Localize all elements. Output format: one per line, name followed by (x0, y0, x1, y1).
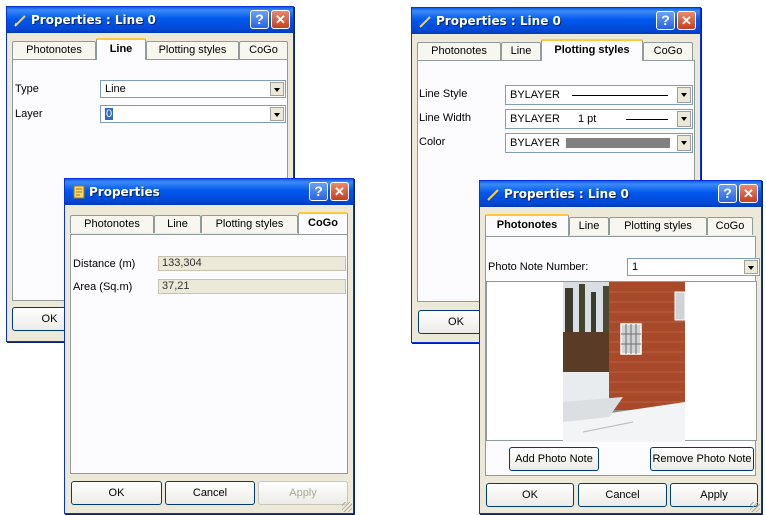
tab-plotting-styles[interactable]: Plotting styles (541, 39, 643, 61)
chevron-down-icon[interactable] (270, 82, 284, 96)
chevron-down-icon[interactable] (677, 87, 691, 103)
color-select[interactable]: BYLAYER (505, 133, 693, 153)
line-width-preview (626, 119, 668, 120)
photonotes-panel: Photo Note Number: 1 Add Photo Note Remo… (485, 236, 760, 476)
line-width-pt: 1 pt (578, 113, 597, 125)
chevron-down-icon[interactable] (270, 107, 284, 121)
tab-plotting-styles[interactable]: Plotting styles (201, 215, 298, 233)
close-button[interactable]: ✕ (739, 184, 758, 203)
tab-line[interactable]: Line (96, 38, 146, 60)
cancel-button[interactable]: Cancel (165, 481, 255, 505)
title-bar[interactable]: Properties : Line 0 ? ✕ (480, 181, 761, 207)
properties-dialog-cogo: Properties ? ✕ Photonotes Line Plotting … (64, 178, 354, 514)
photo-note-number-label: Photo Note Number: (488, 261, 589, 273)
area-label: Area (Sq.m) (73, 281, 133, 293)
chevron-down-icon[interactable] (744, 260, 758, 274)
tab-photonotes[interactable]: Photonotes (70, 215, 154, 233)
tab-line[interactable]: Line (154, 215, 201, 233)
properties-dialog-photonotes: Properties : Line 0 ? ✕ Photonotes Line … (479, 180, 762, 514)
tab-line[interactable]: Line (569, 217, 609, 235)
distance-label: Distance (m) (73, 258, 136, 270)
chevron-down-icon[interactable] (677, 111, 691, 127)
line-width-select[interactable]: BYLAYER 1 pt (505, 109, 693, 129)
color-swatch (566, 138, 670, 148)
photo-frame (486, 281, 757, 442)
help-button[interactable]: ? (309, 182, 328, 201)
close-button[interactable]: ✕ (271, 10, 290, 29)
distance-field: 133,304 (158, 256, 346, 271)
apply-button[interactable]: Apply (258, 481, 348, 505)
remove-photo-note-button[interactable]: Remove Photo Note (650, 447, 754, 471)
help-button[interactable]: ? (250, 10, 269, 29)
tab-plotting-styles[interactable]: Plotting styles (609, 217, 707, 235)
layer-select[interactable]: 0 (100, 105, 286, 123)
apply-button[interactable]: Apply (670, 483, 758, 507)
title-bar[interactable]: Properties ? ✕ (65, 179, 353, 205)
line-style-value: BYLAYER (510, 89, 560, 101)
window-title: Properties (89, 185, 160, 199)
type-value: Line (105, 83, 126, 95)
tab-photonotes[interactable]: Photonotes (417, 42, 501, 60)
add-photo-note-button[interactable]: Add Photo Note (509, 447, 599, 471)
line-width-label: Line Width (419, 112, 471, 124)
pencil-icon (14, 15, 26, 27)
tab-cogo[interactable]: CoGo (643, 42, 693, 60)
line-style-preview (572, 95, 668, 96)
photo-note-number-select[interactable]: 1 (627, 258, 760, 276)
help-button[interactable]: ? (656, 11, 675, 30)
close-button[interactable]: ✕ (677, 11, 696, 30)
layer-value: 0 (105, 108, 114, 120)
note-icon (73, 185, 85, 199)
type-label: Type (15, 83, 39, 95)
photo-note-number-value: 1 (632, 261, 639, 273)
color-label: Color (419, 136, 446, 148)
tab-photonotes[interactable]: Photonotes (12, 41, 96, 59)
tab-cogo[interactable]: CoGo (298, 212, 348, 234)
title-bar[interactable]: Properties : Line 0 ? ✕ (7, 7, 293, 33)
pencil-icon (487, 189, 499, 201)
color-value: BYLAYER (510, 137, 560, 149)
tab-line[interactable]: Line (501, 42, 541, 60)
pencil-icon (419, 16, 431, 28)
close-button[interactable]: ✕ (330, 182, 349, 201)
area-field: 37,21 (158, 279, 346, 294)
window-title: Properties : Line 0 (436, 14, 561, 28)
tab-plotting-styles[interactable]: Plotting styles (146, 41, 239, 59)
line-style-select[interactable]: BYLAYER (505, 85, 693, 105)
tab-cogo[interactable]: CoGo (239, 41, 288, 59)
window-title: Properties : Line 0 (504, 187, 629, 201)
type-select[interactable]: Line (100, 80, 286, 98)
title-bar[interactable]: Properties : Line 0 ? ✕ (412, 8, 700, 34)
help-button[interactable]: ? (718, 184, 737, 203)
resize-grip[interactable] (342, 502, 352, 512)
tab-cogo[interactable]: CoGo (707, 217, 753, 235)
tab-photonotes[interactable]: Photonotes (485, 214, 569, 236)
layer-label: Layer (15, 108, 43, 120)
photo-image (563, 282, 685, 442)
chevron-down-icon[interactable] (677, 135, 691, 151)
window-title: Properties : Line 0 (31, 13, 156, 27)
cancel-button[interactable]: Cancel (578, 483, 667, 507)
ok-button[interactable]: OK (486, 483, 574, 507)
resize-grip[interactable] (750, 502, 760, 512)
line-style-label: Line Style (419, 88, 468, 100)
ok-button[interactable]: OK (71, 481, 162, 505)
cogo-panel: Distance (m) 133,304 Area (Sq.m) 37,21 (70, 234, 348, 474)
line-width-value: BYLAYER (510, 113, 560, 125)
